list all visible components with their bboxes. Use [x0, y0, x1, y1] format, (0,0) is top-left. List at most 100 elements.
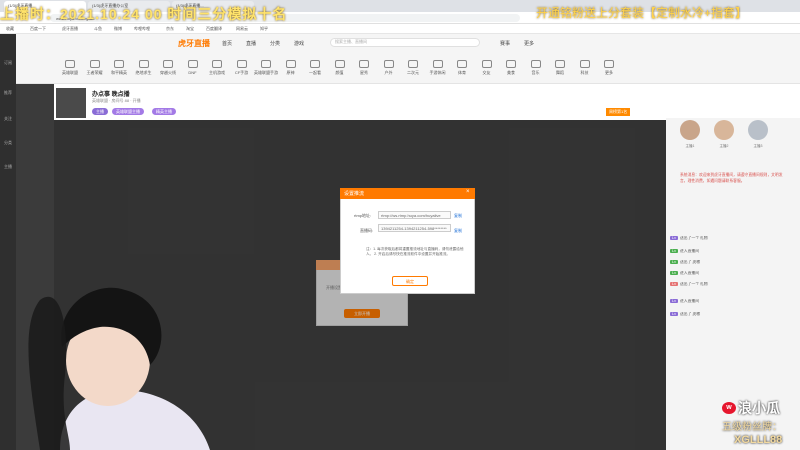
weibo-name: 浪小瓜 [738, 400, 780, 416]
chat-message: Lv 进入直播间 [670, 249, 796, 257]
copy-rtmp-link[interactable]: 复制 [454, 213, 462, 219]
room-info: 英雄联盟 · 房间号 88 · 开播 [92, 98, 141, 103]
bookmark[interactable]: 虎牙直播 [62, 26, 78, 32]
category-icon [114, 60, 124, 68]
modal-title: 设置推流 [344, 191, 365, 197]
chat-text: 进入直播间 [680, 271, 699, 275]
search-input[interactable]: 搜索主播、直播间 [330, 38, 480, 47]
stream-key-field[interactable]: 1394211254-1394211254-598******** [378, 224, 451, 232]
close-icon[interactable]: × [466, 189, 470, 195]
room-tag: 英雄联盟主播 [112, 108, 144, 115]
chat-text: 送出了 虎粮 [680, 260, 701, 264]
bookmark[interactable]: 京东 [166, 26, 174, 32]
copy-key-link[interactable]: 复制 [454, 228, 462, 234]
category-label: 英雄联盟 [62, 70, 78, 75]
category-icon [89, 60, 100, 68]
category-icon [530, 60, 541, 68]
rank-avatar[interactable] [714, 120, 734, 140]
bookmark[interactable]: 斗鱼 [94, 26, 102, 32]
rank-name: 主播3 [753, 144, 763, 148]
category-icon [285, 60, 296, 68]
category-icon [310, 60, 320, 68]
confirm-button[interactable]: 确定 [392, 276, 428, 286]
category-label: 原神 [286, 70, 295, 75]
chat-message: Lv 送出了 虎粮 [670, 312, 796, 320]
fan-badge-label: 五级粉丝牌： [722, 422, 782, 433]
chat-text: 进入直播间 [680, 299, 699, 303]
category-label: 星秀 [360, 70, 368, 75]
nav-item[interactable]: 更多 [524, 40, 534, 47]
category-label: 二次元 [407, 70, 419, 75]
room-tag: 精英主播 [152, 108, 176, 115]
category-item[interactable]: 更多 [593, 60, 625, 76]
rtmp-label: rtmp地址: [354, 213, 372, 218]
rank-avatar[interactable] [680, 120, 700, 140]
sidebar-item[interactable]: 推荐 [2, 90, 14, 96]
webcam-feed [28, 287, 210, 450]
site-logo[interactable]: 虎牙直播 [178, 38, 210, 49]
category-icon [432, 60, 443, 68]
sidebar-item[interactable]: 关注 [2, 116, 14, 122]
bookmark[interactable]: 百度一下 [30, 26, 46, 32]
fan-badge: Lv [670, 282, 679, 286]
fan-badge: Lv [670, 260, 679, 264]
sidebar-item[interactable]: 分类 [2, 140, 14, 146]
bookmark[interactable]: 淘宝 [186, 26, 194, 32]
fan-badge: Lv [670, 236, 679, 240]
fan-badge: Lv [670, 271, 679, 275]
category-icon [334, 60, 345, 68]
category-label: 和平精英 [111, 70, 127, 75]
category-icon [359, 60, 369, 68]
rtmp-field[interactable]: rtmp://ws.rtmp.huya.com/huyalive [378, 211, 451, 219]
category-label: 科技 [580, 70, 589, 75]
chat-panel-header [666, 84, 800, 118]
category-icon [383, 60, 394, 68]
key-label: 直播码: [360, 228, 374, 233]
category-icon [555, 60, 565, 68]
bookmark[interactable]: 网易云 [236, 26, 248, 32]
rank-avatar[interactable] [748, 120, 768, 140]
sidebar-item[interactable]: 订阅 [2, 60, 14, 66]
nav-item[interactable]: 赛事 [500, 40, 510, 47]
sidebar-item[interactable]: 主播 [2, 164, 14, 170]
category-label: 一起看 [309, 70, 321, 75]
fan-badge: Lv [670, 312, 679, 316]
nav-item[interactable]: 首页 [222, 40, 232, 47]
category-label: 手游休闲 [429, 70, 446, 75]
category-icon [138, 60, 149, 68]
category-label: 体育 [458, 70, 466, 75]
category-icon [65, 60, 75, 68]
weibo-icon: w [722, 402, 736, 414]
category-label: 颜值 [335, 70, 344, 75]
nav-item[interactable]: 直播 [246, 40, 256, 47]
room-header [54, 84, 666, 120]
search-placeholder: 搜索主播、直播间 [335, 39, 367, 44]
chat-message: Lv 送出了一个 礼物 [670, 236, 796, 244]
category-label: 绝地求生 [135, 70, 152, 75]
category-icon [163, 60, 173, 68]
category-icon [212, 60, 222, 68]
category-label: 交友 [482, 70, 491, 75]
bookmark[interactable]: 微博 [114, 26, 122, 32]
bookmark[interactable]: 知乎 [260, 26, 268, 32]
nav-item[interactable]: 游戏 [294, 40, 304, 47]
category-label: 穿越火线 [160, 70, 176, 75]
rank-badge[interactable]: 周榜第1名 [606, 108, 631, 116]
category-icon [506, 60, 516, 68]
bookmark[interactable]: 哔哩哔哩 [134, 26, 150, 32]
overlay-top-right-text: 开通铭粉送上分套装【定制水冷+指套】 [536, 6, 748, 20]
nav-item[interactable]: 分类 [270, 40, 280, 47]
room-title: 办点事 晚点播 [92, 92, 130, 98]
chat-text: 送出了一个 礼物 [680, 236, 708, 240]
category-icon [187, 60, 198, 68]
bookmark[interactable]: 收藏 [6, 26, 14, 32]
streamer-avatar[interactable] [56, 88, 86, 118]
category-icon [261, 60, 271, 68]
category-label: CF手游 [234, 70, 249, 75]
chat-message: Lv 送出了一个 礼物 [670, 282, 796, 290]
category-label: 音乐 [531, 70, 540, 75]
category-label: 王者荣耀 [86, 70, 103, 75]
bookmark[interactable]: 百度翻译 [206, 26, 222, 32]
rank-name: 主播1 [685, 144, 695, 148]
overlay-top-left-text: 上播时：2021.10.24 00 时间三分模拟十名 [0, 6, 288, 22]
